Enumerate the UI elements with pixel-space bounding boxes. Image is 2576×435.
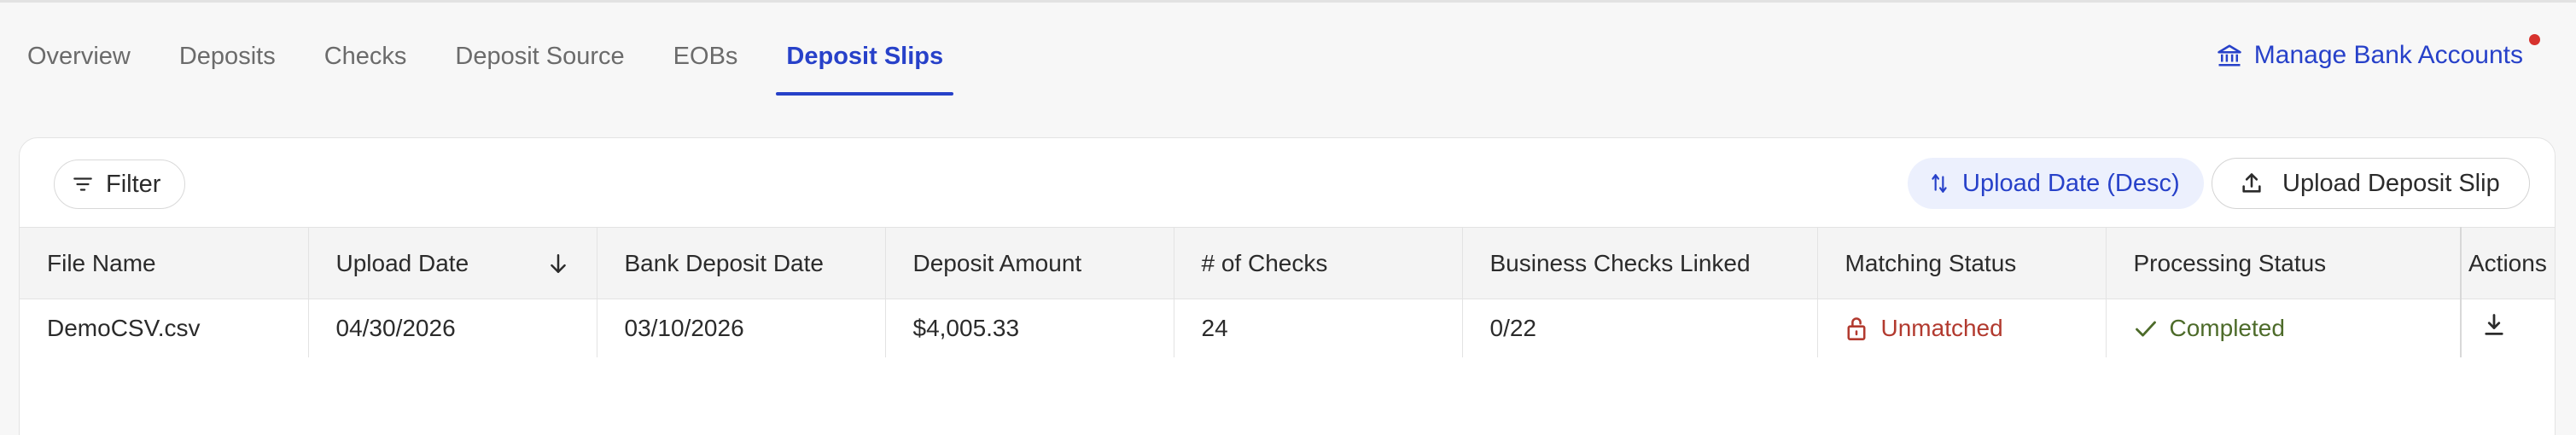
column-header-matching-status[interactable]: Matching Status — [1816, 227, 2106, 299]
tab-deposit-slips[interactable]: Deposit Slips — [776, 34, 953, 96]
sort-arrows-icon — [1930, 172, 1949, 194]
upload-label: Upload Deposit Slip — [2282, 169, 2500, 197]
column-header-bank-deposit-date[interactable]: Bank Deposit Date — [596, 227, 885, 299]
tab-checks[interactable]: Checks — [324, 34, 407, 96]
table-row[interactable]: DemoCSV.csv 04/30/2026 03/10/2026 $4,005… — [20, 299, 2555, 357]
tab-deposit-source[interactable]: Deposit Source — [455, 34, 624, 96]
manage-bank-accounts-link[interactable]: Manage Bank Accounts — [2217, 34, 2540, 70]
column-header-processing-status[interactable]: Processing Status — [2105, 227, 2461, 299]
cell-bank-deposit-date: 03/10/2026 — [596, 299, 885, 357]
notification-dot — [2529, 34, 2540, 45]
cell-deposit-amount: $4,005.33 — [884, 299, 1174, 357]
unlock-icon — [1845, 316, 1868, 341]
upload-icon — [2240, 171, 2264, 195]
tab-eobs[interactable]: EOBs — [673, 34, 738, 96]
top-divider — [0, 0, 2576, 3]
matching-status-label: Unmatched — [1880, 314, 2003, 341]
cell-upload-date: 04/30/2026 — [307, 299, 597, 357]
column-header-actions: Actions — [2460, 227, 2555, 299]
table-header-row: File Name Upload Date Bank Deposit Date … — [20, 227, 2555, 299]
upload-deposit-slip-button[interactable]: Upload Deposit Slip — [2212, 158, 2530, 209]
processing-status-label: Completed — [2169, 314, 2285, 341]
bank-icon — [2217, 43, 2242, 68]
column-header-num-checks[interactable]: # of Checks — [1173, 227, 1462, 299]
column-header-file-name[interactable]: File Name — [20, 227, 308, 299]
cell-file-name: DemoCSV.csv — [47, 314, 201, 341]
tab-deposits[interactable]: Deposits — [179, 34, 276, 96]
column-header-business-checks-linked[interactable]: Business Checks Linked — [1461, 227, 1817, 299]
sort-button[interactable]: Upload Date (Desc) — [1908, 158, 2204, 209]
column-header-upload-date[interactable]: Upload Date — [307, 227, 597, 299]
filter-icon — [72, 173, 94, 195]
tab-overview[interactable]: Overview — [27, 34, 131, 96]
cell-actions — [2460, 299, 2555, 357]
deposit-slips-table: File Name Upload Date Bank Deposit Date … — [20, 227, 2555, 357]
checkmark-icon — [2134, 317, 2158, 339]
cell-business-checks-linked: 0/22 — [1461, 299, 1817, 357]
filter-button[interactable]: Filter — [54, 160, 186, 209]
tab-bar: Overview Deposits Checks Deposit Source … — [27, 34, 1002, 96]
arrow-down-icon[interactable] — [547, 252, 569, 276]
deposit-slips-card: Filter Upload Date (Desc) Upload Deposit… — [19, 137, 2556, 435]
sort-label: Upload Date (Desc) — [1962, 169, 2180, 197]
column-header-deposit-amount[interactable]: Deposit Amount — [884, 227, 1174, 299]
column-header-label: Upload Date — [335, 249, 469, 276]
cell-matching-status: Unmatched — [1816, 299, 2106, 357]
download-icon[interactable] — [2482, 312, 2506, 338]
cell-processing-status: Completed — [2105, 299, 2461, 357]
filter-label: Filter — [106, 170, 161, 198]
manage-bank-accounts-label: Manage Bank Accounts — [2253, 41, 2523, 69]
cell-num-checks: 24 — [1173, 299, 1462, 357]
